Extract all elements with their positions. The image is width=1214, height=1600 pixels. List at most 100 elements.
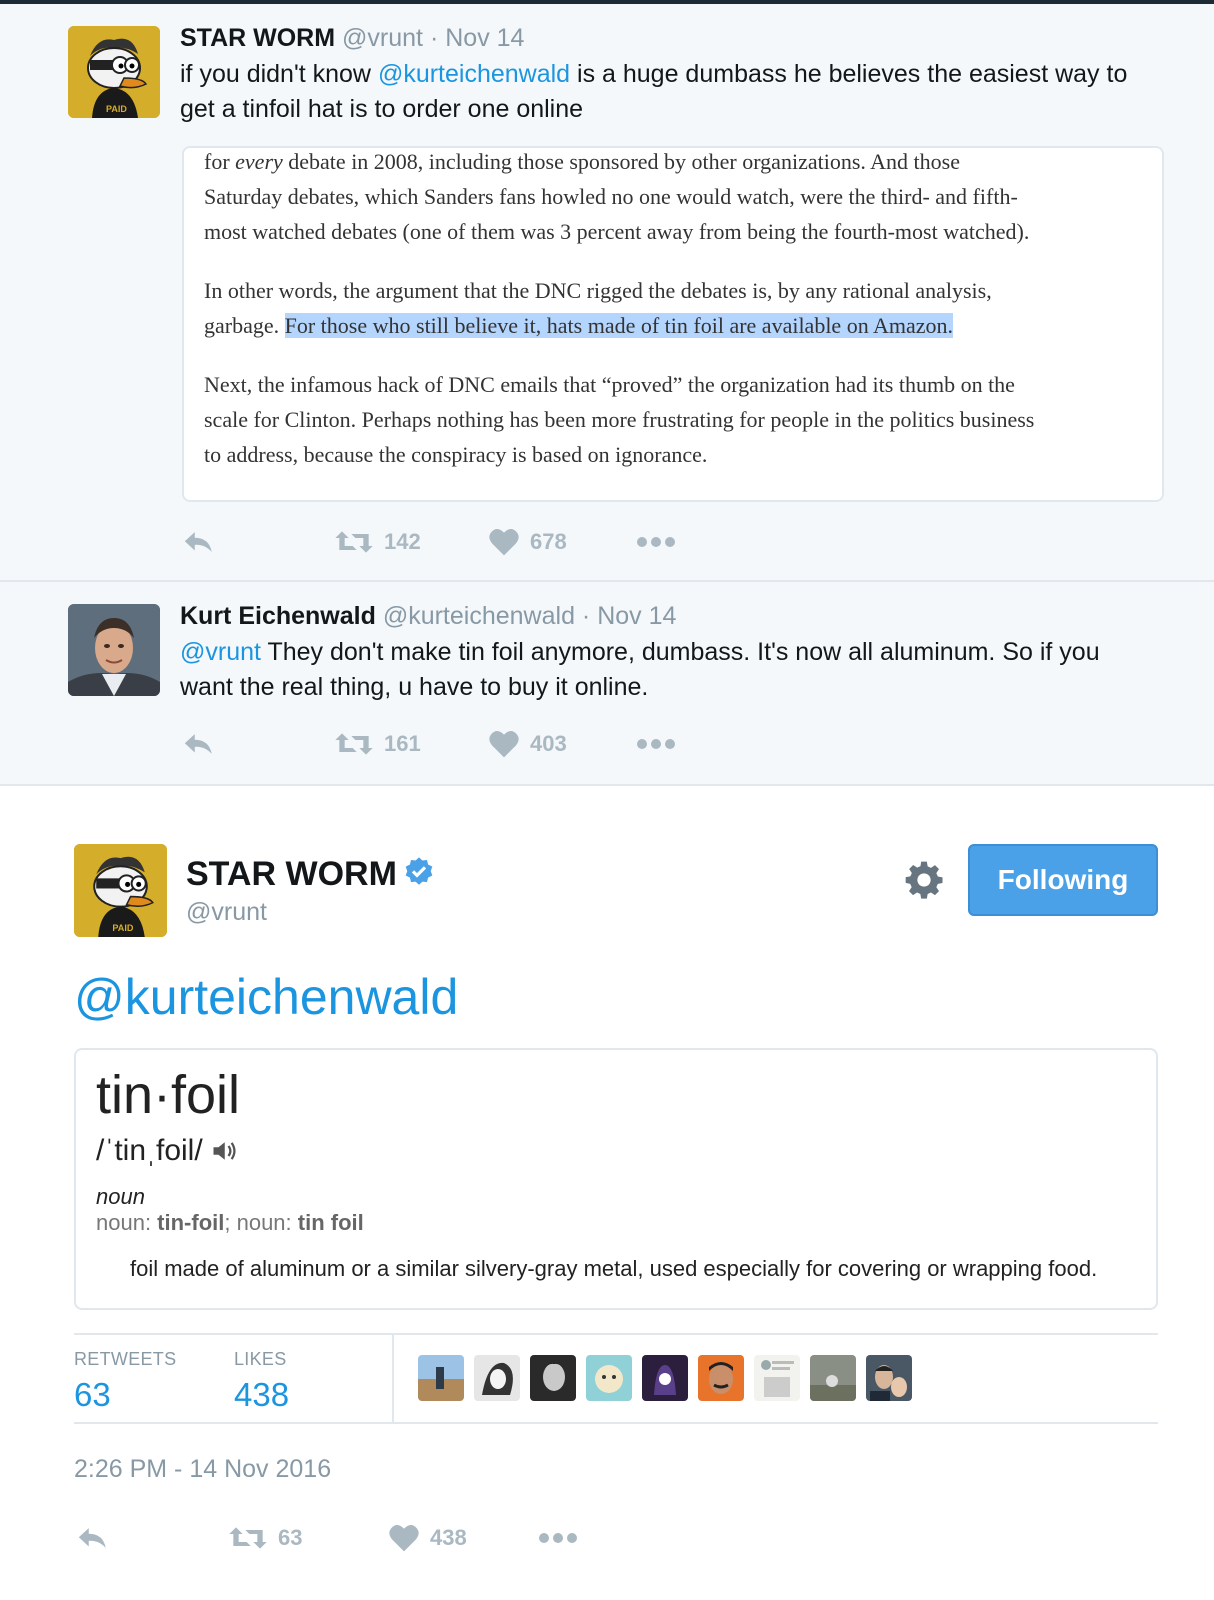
author-handle[interactable]: @kurteichenwald <box>383 602 575 630</box>
article-emphasis: every <box>235 149 283 174</box>
liker-avatar[interactable] <box>698 1355 744 1401</box>
heart-icon <box>489 730 519 758</box>
reply-icon <box>184 734 212 754</box>
article-line: to address, because the conspiracy is ba… <box>204 442 708 467</box>
more-icon <box>539 1533 577 1543</box>
like-button[interactable]: 438 <box>388 1518 467 1558</box>
definition: foil made of aluminum or a similar silve… <box>130 1256 1098 1281</box>
author-name-text: STAR WORM <box>186 855 397 893</box>
tweet-header: Kurt Eichenwald @kurteichenwald · Nov 14 <box>180 602 676 631</box>
retweet-count: 142 <box>384 529 421 554</box>
mention-link[interactable]: @vrunt <box>180 638 261 666</box>
article-line: scale for Clinton. Perhaps nothing has b… <box>204 407 1035 432</box>
dictionary-word: tin·foil <box>96 1065 241 1125</box>
article-line: Next, the infamous hack of DNC emails th… <box>204 372 1015 397</box>
more-button[interactable] <box>636 724 676 764</box>
reply-button[interactable] <box>182 522 216 562</box>
separator-dot: · <box>429 24 439 52</box>
likes-stat[interactable]: LIKES 438 <box>234 1349 289 1414</box>
forms-mid: ; noun: <box>224 1210 298 1235</box>
tweet-actions: 161 403 <box>182 724 782 764</box>
article-line: most watched debates (one of them was 3 … <box>204 219 1030 244</box>
gear-icon <box>905 861 943 899</box>
tweet-header: STAR WORM @vrunt · Nov 14 <box>180 24 524 53</box>
tweet-text: @vrunt They don't make tin foil anymore,… <box>180 635 1140 705</box>
word-forms: noun: tin-foil; noun: tin foil <box>96 1210 364 1236</box>
article-line: for <box>204 149 236 174</box>
retweets-stat[interactable]: RETWEETS 63 <box>74 1349 176 1414</box>
retweets-count: 63 <box>74 1376 111 1413</box>
attached-image-dictionary[interactable]: tin·foil /ˈtinˌfoil/ noun noun: tin-foil… <box>74 1048 1158 1310</box>
tweet-time[interactable]: Nov 14 <box>597 602 676 630</box>
heart-icon <box>389 1524 419 1552</box>
more-button[interactable] <box>636 522 676 562</box>
tweet-text: if you didn't know @kurteichenwald is a … <box>180 57 1140 127</box>
like-button[interactable]: 403 <box>488 724 567 764</box>
retweet-button[interactable]: 161 <box>334 724 421 764</box>
retweet-icon <box>335 733 373 755</box>
article-line: In other words, the argument that the DN… <box>204 278 992 303</box>
liker-avatar[interactable] <box>810 1355 856 1401</box>
reply-icon <box>184 532 212 552</box>
likers-avatars <box>418 1355 912 1401</box>
liker-avatar[interactable] <box>474 1355 520 1401</box>
avatar[interactable]: PAID <box>68 26 160 118</box>
dictionary-pronunciation: /ˈtinˌfoil/ <box>96 1134 241 1168</box>
like-count: 403 <box>530 731 567 756</box>
more-icon <box>637 739 675 749</box>
following-button[interactable]: Following <box>968 844 1158 916</box>
tweet-time[interactable]: Nov 14 <box>445 24 524 52</box>
avatar[interactable]: PAID <box>74 844 167 937</box>
reply-button[interactable] <box>76 1518 110 1558</box>
author-name[interactable]: STAR WORM <box>180 24 335 52</box>
article-screenshot: for every debate in 2008, including thos… <box>182 146 1164 502</box>
retweet-count: 161 <box>384 731 421 756</box>
author-name[interactable]: STAR WORM <box>186 855 435 894</box>
divider <box>0 580 1214 582</box>
author-handle[interactable]: @vrunt <box>342 24 423 52</box>
liker-avatar[interactable] <box>418 1355 464 1401</box>
liker-avatar[interactable] <box>642 1355 688 1401</box>
author-name[interactable]: Kurt Eichenwald <box>180 602 376 630</box>
divider <box>74 1422 1158 1424</box>
highlighted-text: For those who still believe it, hats mad… <box>284 313 954 338</box>
part-of-speech: noun <box>96 1184 145 1209</box>
retweet-icon <box>229 1527 267 1549</box>
likes-label: LIKES <box>234 1349 287 1369</box>
author-handle[interactable]: @vrunt <box>186 898 267 927</box>
like-count: 438 <box>430 1525 467 1550</box>
reply-button[interactable] <box>182 724 216 764</box>
article-line: Saturday debates, which Sanders fans how… <box>204 184 1018 209</box>
forms-prefix: noun: <box>96 1210 158 1235</box>
speaker-icon <box>213 1142 236 1160</box>
retweet-button[interactable]: 142 <box>334 522 421 562</box>
form-1: tin-foil <box>157 1210 225 1235</box>
svg-text:PAID: PAID <box>112 923 133 933</box>
avatar[interactable] <box>68 604 160 696</box>
tweet-timestamp[interactable]: 2:26 PM - 14 Nov 2016 <box>74 1455 331 1484</box>
like-button[interactable]: 678 <box>488 522 567 562</box>
divider <box>392 1335 394 1422</box>
tweet-actions: 142 678 <box>182 522 782 562</box>
mention-link[interactable]: @kurteichenwald <box>74 968 458 1026</box>
settings-button[interactable] <box>904 860 944 900</box>
divider <box>0 784 1214 786</box>
divider <box>74 1333 1158 1335</box>
liker-avatar[interactable] <box>530 1355 576 1401</box>
article-line: debate in 2008, including those sponsore… <box>282 149 960 174</box>
retweet-button[interactable]: 63 <box>228 1518 302 1558</box>
more-button[interactable] <box>538 1518 578 1558</box>
retweet-count: 63 <box>278 1525 303 1550</box>
liker-avatar[interactable] <box>866 1355 912 1401</box>
more-icon <box>637 537 675 547</box>
retweets-label: RETWEETS <box>74 1349 177 1369</box>
heart-icon <box>489 528 519 556</box>
svg-text:PAID: PAID <box>106 104 127 114</box>
mention-link[interactable]: @kurteichenwald <box>378 60 570 88</box>
form-2: tin foil <box>297 1210 364 1235</box>
liker-avatar[interactable] <box>586 1355 632 1401</box>
tweet-text-part: if you didn't know <box>180 60 378 88</box>
like-count: 678 <box>530 529 567 554</box>
article-line: garbage. <box>204 313 285 338</box>
liker-avatar[interactable] <box>754 1355 800 1401</box>
